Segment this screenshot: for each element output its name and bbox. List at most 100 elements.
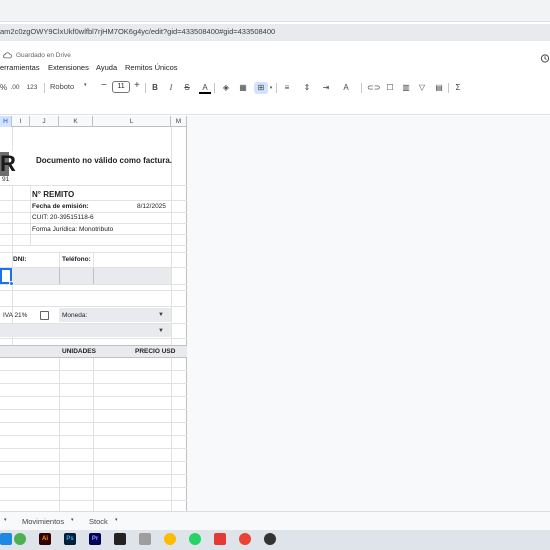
sheet-tab-dropdown-icon[interactable]: ▾ xyxy=(115,517,118,523)
grid-line xyxy=(0,500,187,501)
grid-line xyxy=(0,223,187,224)
address-bar[interactable]: am2c0zgOWY9ClxUkf0wlfbl7rjHM7OK6g4yc/edi… xyxy=(0,24,550,41)
chrome-icon[interactable] xyxy=(164,533,176,545)
currency-dropdown-icon[interactable]: ▼ xyxy=(158,312,164,318)
calculator-icon[interactable] xyxy=(139,533,151,545)
logo-number: 91 xyxy=(2,176,10,183)
percent-icon[interactable]: % xyxy=(0,82,7,94)
grid-line xyxy=(59,268,60,284)
issue-date-label: Fecha de emisión: xyxy=(32,203,89,210)
text-color-icon[interactable]: A xyxy=(199,82,211,94)
toolbar-divider xyxy=(448,83,449,93)
grid-line xyxy=(0,409,187,410)
font-dropdown-icon[interactable]: ▾ xyxy=(84,82,87,88)
toolbar-divider xyxy=(276,83,277,93)
insert-chart-icon[interactable]: ▥ xyxy=(400,82,412,94)
filter-views-icon[interactable]: ▤ xyxy=(433,82,445,94)
issue-date-value[interactable]: 8/12/2025 xyxy=(137,203,166,210)
bold-icon[interactable]: B xyxy=(150,82,160,94)
fill-handle[interactable] xyxy=(9,281,14,286)
column-header-m[interactable]: M xyxy=(171,116,187,127)
premiere-icon[interactable]: Pr xyxy=(89,533,101,545)
menu-extensiones[interactable]: Extensiones xyxy=(48,63,89,72)
filter-icon[interactable]: ▽ xyxy=(416,82,428,94)
insert-comment-icon[interactable]: ☐ xyxy=(384,82,396,94)
save-status-text: Guardado en Drive xyxy=(16,52,71,59)
font-size-increase-button[interactable]: + xyxy=(134,80,140,91)
client-input-band[interactable] xyxy=(12,268,171,284)
cloud-icon xyxy=(3,52,12,59)
remito-number-label: N° REMITO xyxy=(32,190,75,199)
strikethrough-icon[interactable]: S xyxy=(182,82,192,94)
column-header-k[interactable]: K xyxy=(59,116,93,127)
os-taskbar: Ai Ps Pr xyxy=(0,530,550,550)
toolbar-divider xyxy=(214,83,215,93)
sheet-empty-area xyxy=(187,116,550,511)
menu-ayuda[interactable]: Ayuda xyxy=(96,63,117,72)
borders-icon[interactable]: ▦ xyxy=(237,82,249,94)
menu-herramientas[interactable]: erramientas xyxy=(0,63,40,72)
app-icon[interactable] xyxy=(264,533,276,545)
font-family-select[interactable]: Roboto xyxy=(50,82,74,91)
decimal-icon[interactable]: .00 xyxy=(8,82,22,94)
capcut-icon[interactable] xyxy=(114,533,126,545)
text-rotate-icon[interactable]: A xyxy=(340,82,352,94)
font-size-decrease-button[interactable]: − xyxy=(101,80,107,91)
iva-checkbox[interactable] xyxy=(40,311,49,320)
toolbar-divider xyxy=(145,83,146,93)
address-url[interactable]: am2c0zgOWY9ClxUkf0wlfbl7rjHM7OK6g4yc/edi… xyxy=(0,27,275,36)
column-header-i[interactable]: I xyxy=(12,116,30,127)
font-size-input[interactable]: 11 xyxy=(112,81,130,93)
app-icon[interactable] xyxy=(0,533,12,545)
menu-remitos-unicos[interactable]: Remitos Únicos xyxy=(125,63,178,72)
fill-color-icon[interactable]: ◈ xyxy=(220,82,232,94)
toolbar: % .00 123 B I S A ◈ ▦ ⊞ ▾ ≡ ⇕ ⇥ A ⊂⊃ ☐ ▥… xyxy=(0,80,550,96)
sheet-tab-movimientos[interactable]: Movimientos xyxy=(22,517,64,526)
italic-icon[interactable]: I xyxy=(166,82,176,94)
merge-cells-icon[interactable]: ⊞ xyxy=(254,82,268,94)
grid-line xyxy=(0,200,187,201)
grid-line xyxy=(0,212,187,213)
formula-bar[interactable] xyxy=(0,98,550,115)
align-vertical-icon[interactable]: ⇕ xyxy=(301,82,313,94)
sheet-tab-bar: ▾ Movimientos ▾ Stock ▾ xyxy=(0,511,550,530)
merge-dropdown-icon[interactable]: ▾ xyxy=(268,82,274,94)
photoshop-icon[interactable]: Ps xyxy=(64,533,76,545)
logo: R xyxy=(0,151,16,176)
grid-line xyxy=(12,127,13,151)
legal-form-text: Forma Jurídica: Monotributo xyxy=(32,226,114,233)
currency-label-overlay: Moneda: xyxy=(62,312,88,319)
iva-label: IVA 21% xyxy=(3,312,28,319)
description-dropdown-icon[interactable]: ▼ xyxy=(158,328,164,334)
app-icon[interactable] xyxy=(14,533,26,545)
column-header-h[interactable]: H xyxy=(0,116,12,127)
grid-line xyxy=(0,487,187,488)
illustrator-icon[interactable]: Ai xyxy=(39,533,51,545)
grid-line xyxy=(0,396,187,397)
format-number-button[interactable]: 123 xyxy=(25,82,39,94)
phone-label: Teléfono: xyxy=(62,256,91,263)
sheet-tab-dropdown-icon[interactable]: ▾ xyxy=(71,517,74,523)
insert-link-icon[interactable]: ⊂⊃ xyxy=(367,82,380,94)
toolbar-divider xyxy=(361,83,362,93)
version-history-icon[interactable] xyxy=(540,53,550,64)
functions-icon[interactable]: Σ xyxy=(453,82,463,94)
price-column-header: PRECIO USD xyxy=(135,348,176,355)
whatsapp-icon[interactable] xyxy=(189,533,201,545)
column-header-l[interactable]: L xyxy=(93,116,171,127)
dni-label: DNI: xyxy=(13,256,27,263)
grid-line xyxy=(0,284,187,285)
align-horizontal-icon[interactable]: ≡ xyxy=(281,82,293,94)
chrome-profile-icon[interactable] xyxy=(239,533,251,545)
text-wrap-icon[interactable]: ⇥ xyxy=(320,82,332,94)
sheet-tab-dropdown-icon[interactable]: ▾ xyxy=(4,517,7,523)
units-column-header: UNIDADES xyxy=(62,348,96,355)
app-icon[interactable] xyxy=(214,533,226,545)
sheet-tab-stock[interactable]: Stock xyxy=(89,517,108,526)
grid-line xyxy=(0,370,187,371)
grid-line xyxy=(0,306,187,307)
description-select[interactable] xyxy=(0,324,171,337)
cuit-text: CUIT: 20-39515118-6 xyxy=(32,214,94,221)
grid-line xyxy=(0,435,187,436)
column-header-j[interactable]: J xyxy=(30,116,59,127)
